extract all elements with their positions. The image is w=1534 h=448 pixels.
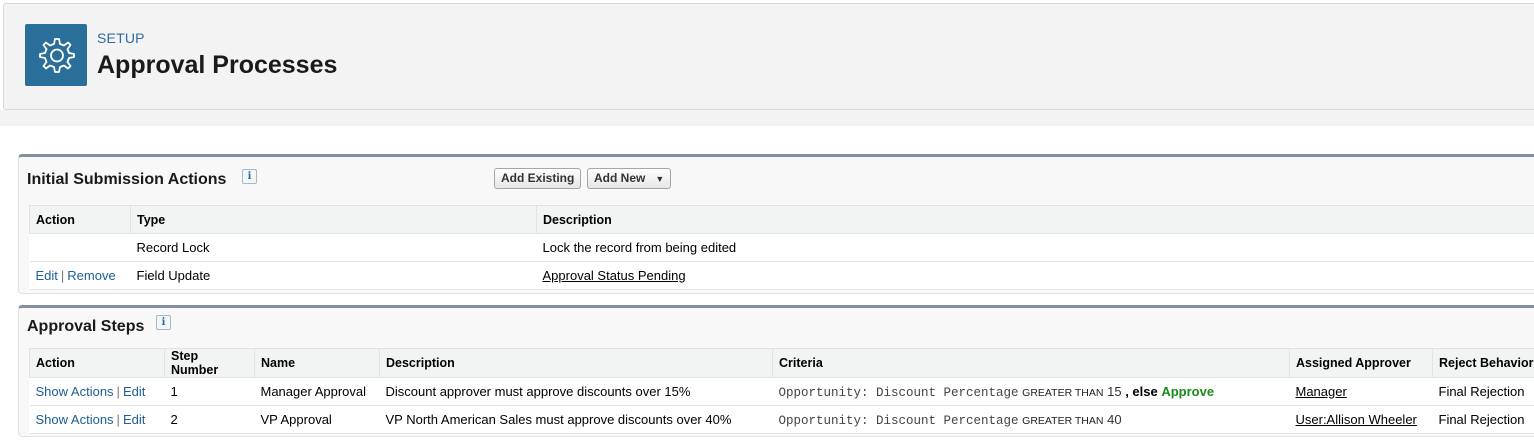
page-divider [0,110,1534,126]
table-row: Edit | Remove Field Update Approval Status… [29,261,1534,290]
add-existing-button[interactable]: Add Existing [494,168,582,189]
add-new-button[interactable]: Add New ▼ [587,168,672,189]
field-update-link[interactable]: Approval Status Pending [543,268,686,283]
criteria-field: Opportunity: Discount Percentage [778,413,1019,428]
step-name-cell: Manager Approval [254,377,380,406]
initial-submission-section: Initial Submission Actions i Add Existin… [18,154,1534,294]
criteria-cell: Opportunity: Discount Percentage GREATER… [772,377,1290,406]
col-header-step-number: Step Number [164,348,255,378]
step-number-cell: 1 [164,377,255,406]
type-cell: Record Lock [130,233,537,262]
table-row: Show Actions | Edit 1 Manager Approval Dis… [29,377,1534,406]
step-description-cell: Discount approver must approve discounts… [379,377,773,406]
col-header-action: Action [29,205,131,234]
criteria-else-action: Approve [1161,383,1215,399]
show-actions-link[interactable]: Show Actions [36,412,114,427]
initial-submission-table: Action Type Description Record Lock Lock… [29,205,1534,290]
section-title: Initial Submission Actions [27,171,227,188]
description-cell: Lock the record from being edited [536,233,1534,262]
col-header-action: Action [29,348,165,378]
col-header-description: Description [536,205,1534,234]
col-header-description: Description [379,348,773,378]
gear-icon [39,38,75,73]
criteria-else: , else [1125,383,1158,399]
action-cell: Edit | Remove [29,261,131,290]
edit-link[interactable]: Edit [36,268,58,283]
add-new-label: Add New [594,171,646,185]
action-cell: Show Actions | Edit [29,405,165,434]
criteria-value: 40 [1107,411,1122,427]
criteria-cell: Opportunity: Discount Percentage GREATER… [772,405,1290,434]
step-description-cell: VP North American Sales must approve dis… [379,405,773,434]
page-header: SETUP Approval Processes [3,3,1534,110]
setup-overline: SETUP [97,30,145,46]
separator: | [116,412,120,427]
step-name-cell: VP Approval [254,405,380,434]
approval-steps-section: Approval Steps i Action Step Number Name… [18,305,1534,437]
reject-behavior-cell: Final Rejection [1432,405,1534,434]
col-header-criteria: Criteria [772,348,1290,378]
step-number-cell: 2 [164,405,255,434]
info-icon[interactable]: i [156,315,171,330]
info-icon[interactable]: i [242,169,257,184]
action-cell: Show Actions | Edit [29,377,165,406]
col-header-assigned-approver: Assigned Approver [1289,348,1433,378]
setup-gear-icon [25,24,87,86]
col-header-name: Name [254,348,380,378]
col-header-type: Type [130,205,537,234]
type-cell: Field Update [130,261,537,290]
criteria-operator: GREATER THAN [1022,414,1104,427]
approver-cell: Manager [1289,377,1433,406]
table-header-row: Action Step Number Name Description Crit… [29,348,1534,378]
edit-link[interactable]: Edit [123,412,145,427]
criteria-field: Opportunity: Discount Percentage [778,385,1019,400]
edit-link[interactable]: Edit [123,384,145,399]
criteria-value: 15 [1107,383,1122,399]
approver-link[interactable]: Manager [1296,384,1347,399]
separator: | [60,268,65,283]
table-header-row: Action Type Description [29,205,1534,234]
show-actions-link[interactable]: Show Actions [36,384,114,399]
table-row: Show Actions | Edit 2 VP Approval VP North… [29,405,1534,434]
approver-link[interactable]: User:Allison Wheeler [1296,412,1417,427]
separator: | [116,384,120,399]
reject-behavior-cell: Final Rejection [1432,377,1534,406]
remove-link[interactable]: Remove [67,268,115,283]
criteria-operator: GREATER THAN [1022,386,1104,399]
approver-cell: User:Allison Wheeler [1289,405,1433,434]
section-title: Approval Steps [27,318,145,335]
action-cell [29,233,131,262]
chevron-down-icon: ▼ [655,174,665,184]
approval-steps-table: Action Step Number Name Description Crit… [29,348,1534,434]
table-row: Record Lock Lock the record from being e… [29,233,1534,262]
page-title: Approval Processes [97,51,338,79]
description-cell: Approval Status Pending [536,261,1534,290]
col-header-reject-behavior: Reject Behavior [1432,348,1534,378]
